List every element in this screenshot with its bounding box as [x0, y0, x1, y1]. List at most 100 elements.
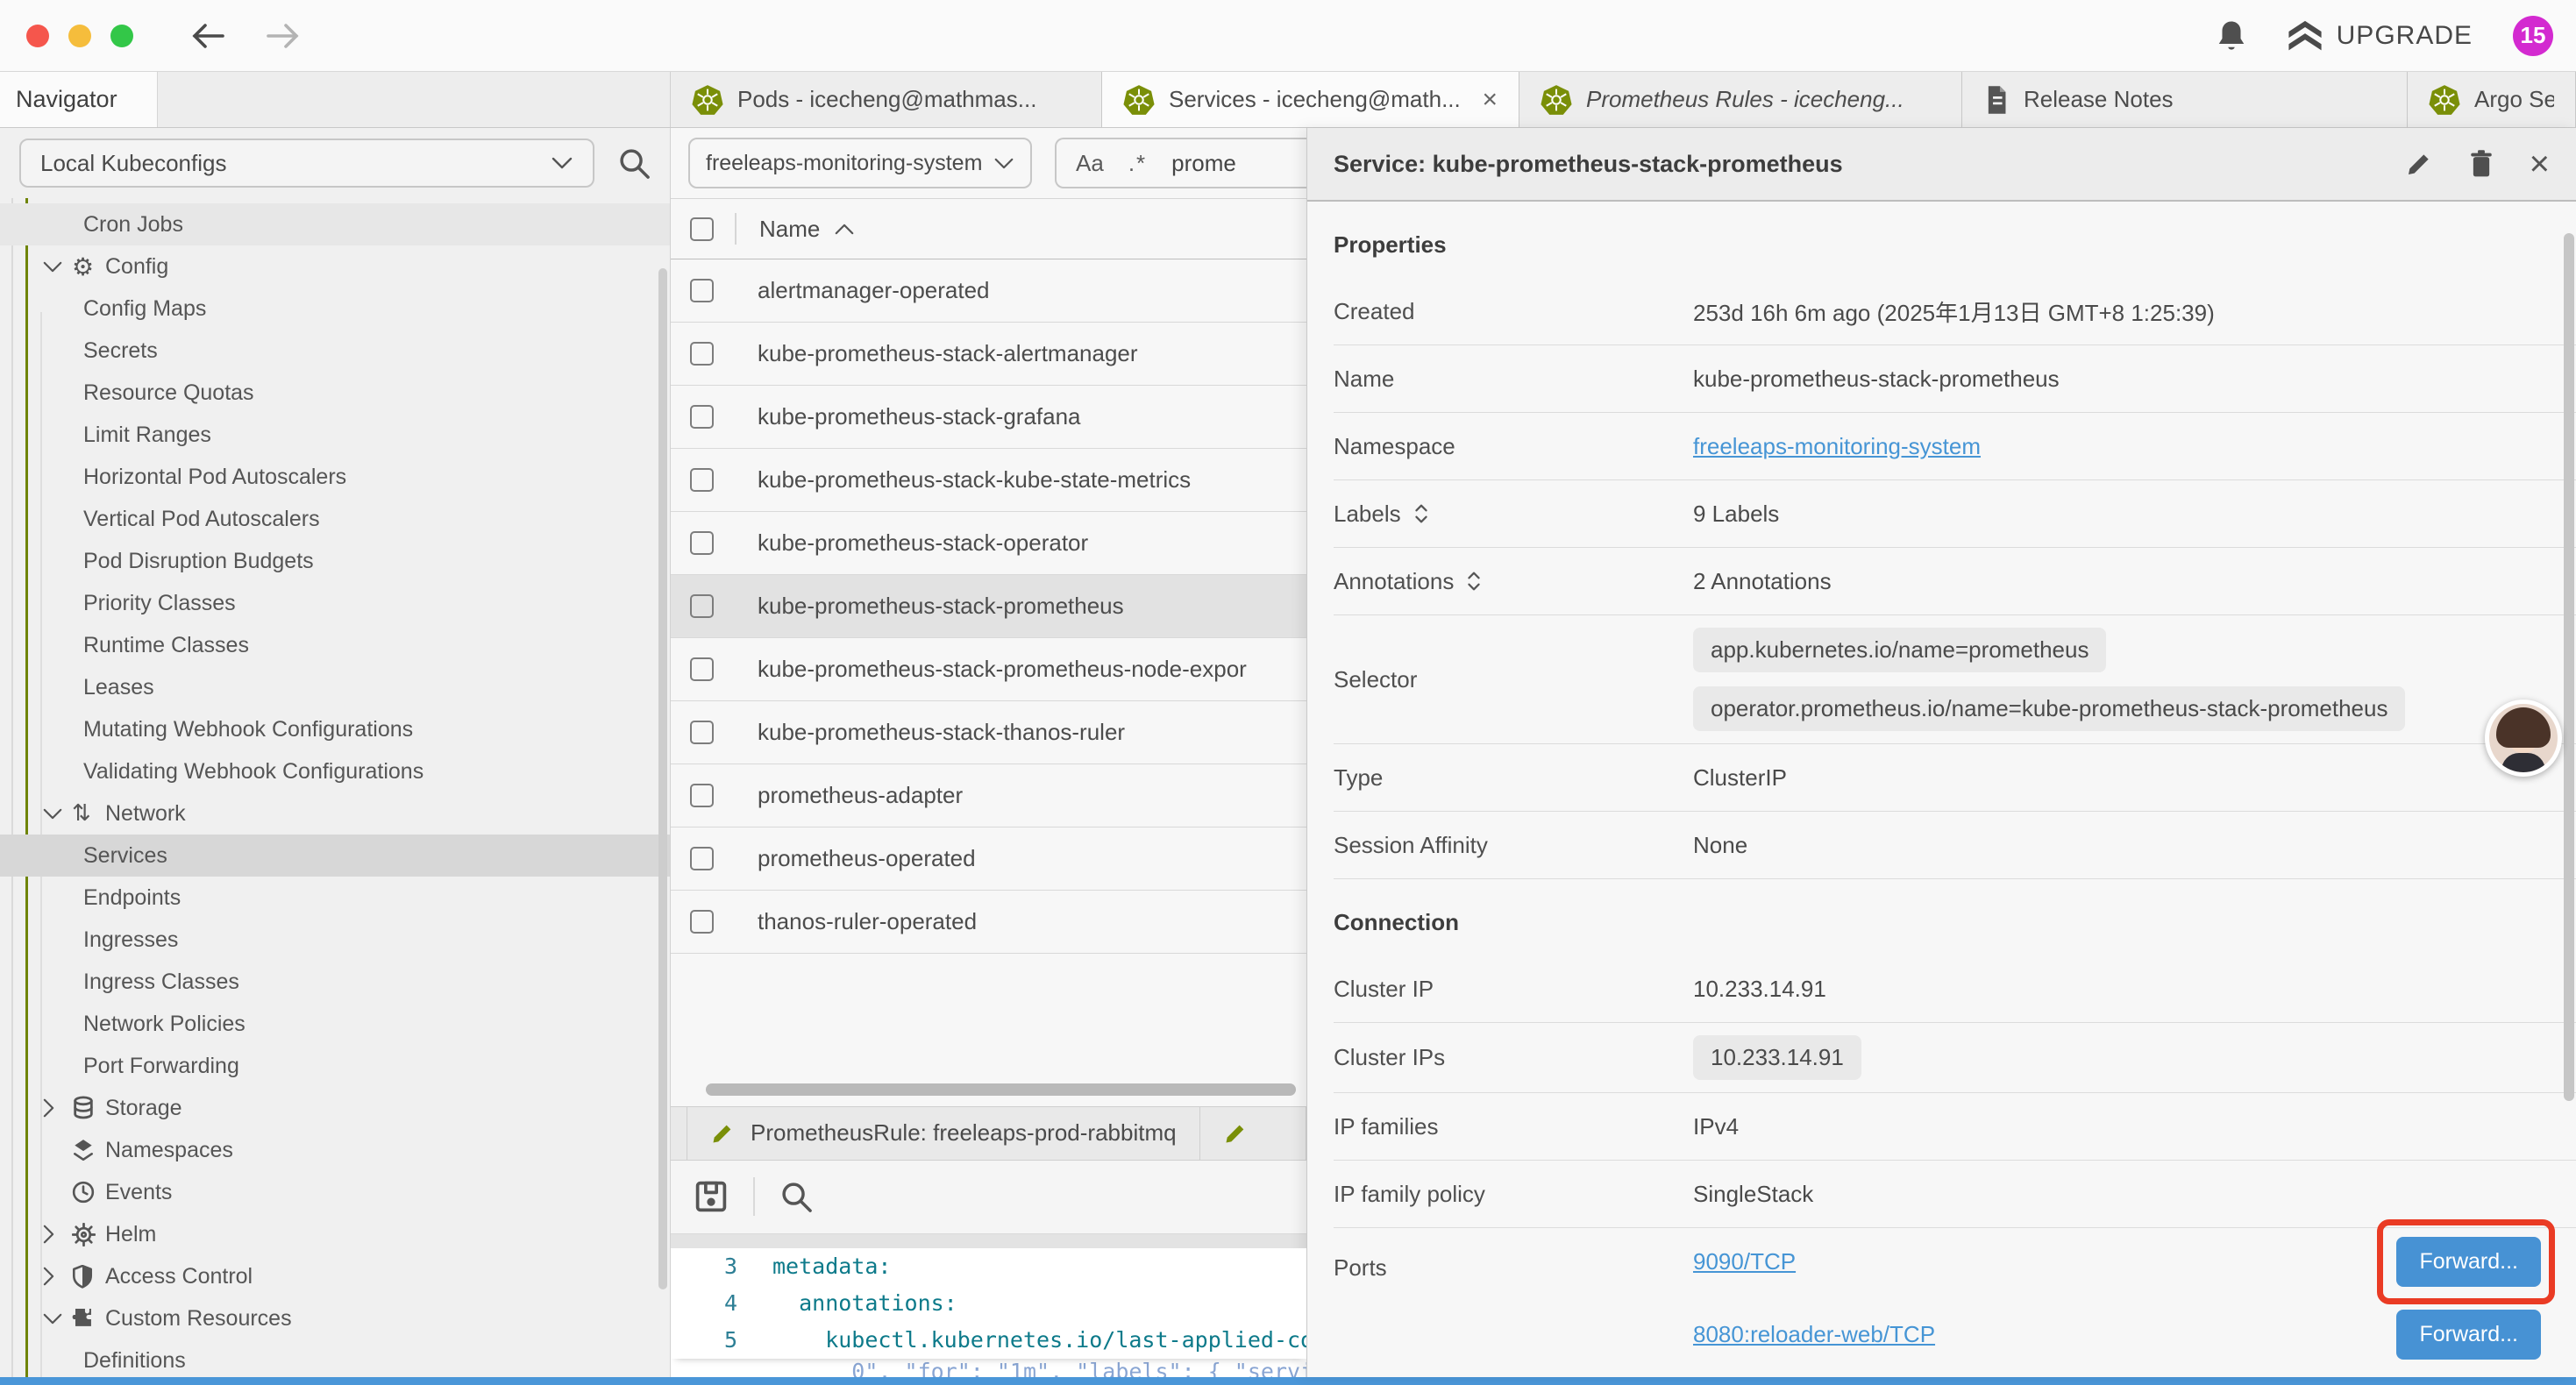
app-tab-2[interactable]: Services - icecheng@math...× [1102, 72, 1519, 127]
editor-tab-prometheusrule[interactable]: PrometheusRule: freeleaps-prod-rabbitmq [687, 1107, 1200, 1160]
name-column-header[interactable]: Name [759, 216, 855, 243]
sidebar-item-services[interactable]: Services [0, 835, 670, 877]
service-name: kube-prometheus-stack-kube-state-metrics [758, 466, 1191, 494]
navigator-pane-tab[interactable]: Navigator [0, 72, 158, 127]
row-checkbox[interactable] [690, 721, 714, 744]
forward-button[interactable]: Forward... [2396, 1237, 2541, 1287]
sidebar-item-secrets[interactable]: Secrets [0, 330, 670, 372]
table-row[interactable]: thanos-ruler-operated [671, 891, 1306, 954]
match-case-toggle[interactable]: Aa [1076, 150, 1104, 177]
close-window-button[interactable] [26, 25, 49, 47]
chevron-down-icon[interactable] [42, 1312, 72, 1325]
sidebar-item-storage[interactable]: Storage [0, 1087, 670, 1129]
chevron-right-icon[interactable] [42, 1224, 72, 1245]
sidebar-item-vertical-pod-autoscalers[interactable]: Vertical Pod Autoscalers [0, 498, 670, 540]
row-checkbox[interactable] [690, 279, 714, 302]
sidebar-item-definitions[interactable]: Definitions [0, 1339, 670, 1377]
database-icon [72, 1096, 103, 1120]
chevron-down-icon[interactable] [42, 807, 72, 820]
forward-button[interactable]: Forward... [2396, 1310, 2541, 1360]
port-link[interactable]: 8080:reloader-web/TCP [1693, 1321, 1935, 1348]
service-name: kube-prometheus-stack-grafana [758, 403, 1081, 430]
sidebar-search-icon[interactable] [617, 146, 651, 180]
app-tab-1[interactable]: Pods - icecheng@mathmas... [671, 72, 1102, 127]
sidebar-item-priority-classes[interactable]: Priority Classes [0, 582, 670, 624]
sidebar-item-config-maps[interactable]: Config Maps [0, 288, 670, 330]
sidebar-item-network[interactable]: ⇅Network [0, 792, 670, 835]
table-row[interactable]: kube-prometheus-stack-prometheus-node-ex… [671, 638, 1306, 701]
sidebar-item-horizontal-pod-autoscalers[interactable]: Horizontal Pod Autoscalers [0, 456, 670, 498]
sort-updown-icon[interactable] [1413, 502, 1429, 525]
sidebar-item-custom-resources[interactable]: Custom Resources [0, 1297, 670, 1339]
kubeconfig-selector[interactable]: Local Kubeconfigs [19, 138, 594, 188]
row-checkbox[interactable] [690, 657, 714, 681]
table-row[interactable]: kube-prometheus-stack-operator [671, 512, 1306, 575]
editor-tab-secondary[interactable] [1200, 1107, 1306, 1160]
app-tab-4[interactable]: Release Notes [1962, 72, 2408, 127]
row-checkbox[interactable] [690, 342, 714, 366]
maximize-window-button[interactable] [110, 25, 133, 47]
table-row[interactable]: kube-prometheus-stack-prometheus [671, 575, 1306, 638]
table-horizontal-scrollbar[interactable] [706, 1083, 1296, 1097]
sidebar-item-endpoints[interactable]: Endpoints [0, 877, 670, 919]
table-row[interactable]: alertmanager-operated [671, 259, 1306, 323]
notification-count-badge[interactable]: 15 [2513, 16, 2553, 56]
sidebar-item-network-policies[interactable]: Network Policies [0, 1003, 670, 1045]
row-checkbox[interactable] [690, 594, 714, 618]
chevron-right-icon[interactable] [42, 1266, 72, 1287]
sidebar-item-ingresses[interactable]: Ingresses [0, 919, 670, 961]
sidebar-item-events[interactable]: Events [0, 1171, 670, 1213]
table-row[interactable]: kube-prometheus-stack-kube-state-metrics [671, 449, 1306, 512]
port-link[interactable]: 9090/TCP [1693, 1248, 1796, 1275]
sidebar-item-config[interactable]: ⚙Config [0, 245, 670, 288]
sidebar-item-namespaces[interactable]: Namespaces [0, 1129, 670, 1171]
row-checkbox[interactable] [690, 910, 714, 934]
sidebar-item-resource-quotas[interactable]: Resource Quotas [0, 372, 670, 414]
sidebar-item-helm[interactable]: Helm [0, 1213, 670, 1255]
row-checkbox[interactable] [690, 847, 714, 870]
sidebar-item-access-control[interactable]: Access Control [0, 1255, 670, 1297]
sidebar-item-runtime-classes[interactable]: Runtime Classes [0, 624, 670, 666]
notifications-bell-icon[interactable] [2216, 18, 2247, 53]
yaml-editor[interactable]: 3metadata:4 annotations:5 kubectl.kubern… [671, 1248, 1306, 1378]
forward-icon[interactable] [265, 21, 300, 51]
minimize-window-button[interactable] [68, 25, 91, 47]
sidebar-item-pod-disruption-budgets[interactable]: Pod Disruption Budgets [0, 540, 670, 582]
app-tab-3[interactable]: Prometheus Rules - icecheng... [1519, 72, 1962, 127]
chevron-down-icon[interactable] [42, 260, 72, 273]
sort-updown-icon[interactable] [1466, 570, 1482, 593]
row-checkbox[interactable] [690, 405, 714, 429]
sidebar-item-leases[interactable]: Leases [0, 666, 670, 708]
table-search-input[interactable]: Aa .* prome [1055, 138, 1306, 188]
save-icon[interactable] [694, 1179, 729, 1214]
table-row[interactable]: prometheus-operated [671, 827, 1306, 891]
row-checkbox[interactable] [690, 468, 714, 492]
panel-scrollbar[interactable] [2564, 207, 2574, 1368]
sidebar-item-mutating-webhook-configurations[interactable]: Mutating Webhook Configurations [0, 708, 670, 750]
namespace-link[interactable]: freeleaps-monitoring-system [1693, 433, 1981, 460]
row-checkbox[interactable] [690, 784, 714, 807]
chevron-right-icon[interactable] [42, 1097, 72, 1119]
upgrade-button[interactable]: UPGRADE [2288, 19, 2473, 53]
sidebar-item-validating-webhook-configurations[interactable]: Validating Webhook Configurations [0, 750, 670, 792]
sidebar-scrollbar[interactable] [658, 216, 667, 1360]
edit-pencil-icon[interactable] [2405, 150, 2433, 178]
delete-trash-icon[interactable] [2468, 149, 2494, 179]
row-checkbox[interactable] [690, 531, 714, 555]
regex-toggle[interactable]: .* [1128, 150, 1147, 177]
table-row[interactable]: kube-prometheus-stack-grafana [671, 386, 1306, 449]
sidebar-item-ingress-classes[interactable]: Ingress Classes [0, 961, 670, 1003]
close-tab-icon[interactable]: × [1482, 85, 1498, 115]
select-all-checkbox[interactable] [690, 217, 714, 241]
close-panel-icon[interactable]: × [2530, 146, 2550, 181]
table-row[interactable]: kube-prometheus-stack-thanos-ruler [671, 701, 1306, 764]
namespace-selector[interactable]: freeleaps-monitoring-system [688, 138, 1032, 188]
table-row[interactable]: kube-prometheus-stack-alertmanager [671, 323, 1306, 386]
sidebar-item-limit-ranges[interactable]: Limit Ranges [0, 414, 670, 456]
editor-search-icon[interactable] [779, 1180, 813, 1213]
app-tab-5[interactable]: Argo Se [2408, 72, 2576, 127]
back-icon[interactable] [191, 21, 226, 51]
table-row[interactable]: prometheus-adapter [671, 764, 1306, 827]
sidebar-item-port-forwarding[interactable]: Port Forwarding [0, 1045, 670, 1087]
sidebar-item-cron-jobs[interactable]: Cron Jobs [0, 203, 670, 245]
